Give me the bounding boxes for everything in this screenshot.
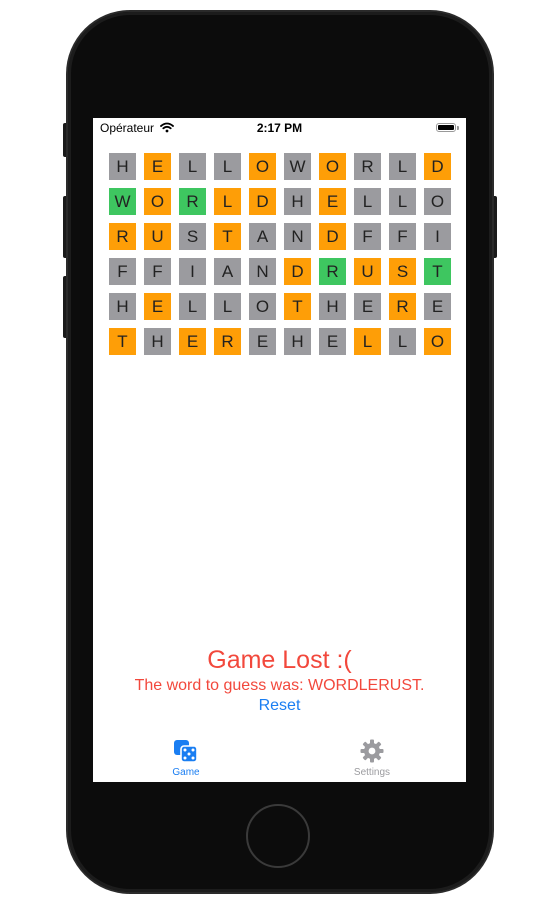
letter-tile: E: [144, 293, 171, 320]
status-bar: Opérateur 2:17 PM: [93, 118, 466, 138]
letter-tile: L: [214, 188, 241, 215]
letter-tile: L: [179, 153, 206, 180]
letter-tile: L: [354, 188, 381, 215]
letter-tile: E: [424, 293, 451, 320]
result-message: The word to guess was: WORDLERUST.: [134, 677, 425, 694]
letter-tile: W: [284, 153, 311, 180]
app-screen: Opérateur 2:17 PM HELLOWORLDWORLDHELLORU…: [93, 118, 466, 782]
letter-tile: F: [144, 258, 171, 285]
letter-tile: E: [319, 328, 346, 355]
letter-tile: I: [179, 258, 206, 285]
letter-tile: L: [214, 153, 241, 180]
battery-icon: [436, 123, 456, 132]
letter-grid: HELLOWORLDWORLDHELLORUSTANDFFIFFIANDRUST…: [109, 153, 451, 363]
letter-tile: N: [249, 258, 276, 285]
letter-tile: O: [319, 153, 346, 180]
letter-tile: D: [424, 153, 451, 180]
letter-tile: U: [144, 223, 171, 250]
letter-tile: D: [284, 258, 311, 285]
letter-tile: O: [424, 328, 451, 355]
letter-tile: L: [179, 293, 206, 320]
letter-tile: H: [319, 293, 346, 320]
tab-settings-label: Settings: [353, 767, 391, 778]
letter-tile: E: [179, 328, 206, 355]
letter-tile: O: [424, 188, 451, 215]
letter-tile: I: [424, 223, 451, 250]
letter-tile: L: [389, 188, 416, 215]
letter-tile: H: [109, 153, 136, 180]
letter-tile: R: [179, 188, 206, 215]
letter-tile: L: [214, 293, 241, 320]
result-title: Game Lost :(: [207, 646, 352, 674]
letter-tile: E: [144, 153, 171, 180]
letter-tile: F: [354, 223, 381, 250]
letter-tile: L: [354, 328, 381, 355]
letter-tile: H: [284, 328, 311, 355]
tab-game-label: Game: [172, 767, 200, 778]
game-result: Game Lost :( The word to guess was: WORD…: [93, 645, 466, 716]
letter-tile: U: [354, 258, 381, 285]
letter-tile: F: [109, 258, 136, 285]
letter-tile: A: [249, 223, 276, 250]
letter-tile: H: [144, 328, 171, 355]
letter-tile: T: [284, 293, 311, 320]
gear-icon: [360, 739, 384, 763]
letter-tile: E: [319, 188, 346, 215]
letter-tile: R: [389, 293, 416, 320]
letter-tile: D: [249, 188, 276, 215]
letter-tile: W: [109, 188, 136, 215]
status-time: 2:17 PM: [256, 121, 303, 135]
grid-row: HELLOWORLD: [109, 153, 451, 180]
letter-tile: T: [109, 328, 136, 355]
letter-tile: S: [389, 258, 416, 285]
letter-tile: O: [249, 293, 276, 320]
letter-tile: O: [249, 153, 276, 180]
home-button[interactable]: [246, 804, 310, 868]
grid-row: HELLOTHERE: [109, 293, 451, 320]
letter-tile: O: [144, 188, 171, 215]
letter-tile: T: [424, 258, 451, 285]
letter-tile: H: [109, 293, 136, 320]
grid-row: RUSTANDFFI: [109, 223, 451, 250]
letter-tile: L: [389, 328, 416, 355]
letter-tile: T: [214, 223, 241, 250]
letter-tile: N: [284, 223, 311, 250]
letter-tile: R: [319, 258, 346, 285]
letter-tile: S: [179, 223, 206, 250]
tab-game[interactable]: Game: [146, 738, 226, 778]
dice-icon: [174, 740, 198, 763]
letter-tile: L: [389, 153, 416, 180]
grid-row: WORLDHELLO: [109, 188, 451, 215]
tab-bar: Game Settings: [93, 732, 466, 782]
letter-tile: R: [214, 328, 241, 355]
letter-tile: R: [354, 153, 381, 180]
letter-tile: A: [214, 258, 241, 285]
battery-tip: [457, 126, 459, 130]
tab-settings[interactable]: Settings: [332, 738, 412, 778]
letter-tile: E: [249, 328, 276, 355]
reset-button[interactable]: Reset: [259, 696, 301, 716]
letter-tile: D: [319, 223, 346, 250]
letter-tile: R: [109, 223, 136, 250]
letter-tile: E: [354, 293, 381, 320]
grid-row: FFIANDRUST: [109, 258, 451, 285]
letter-tile: F: [389, 223, 416, 250]
grid-row: THEREHELLO: [109, 328, 451, 355]
letter-tile: H: [284, 188, 311, 215]
